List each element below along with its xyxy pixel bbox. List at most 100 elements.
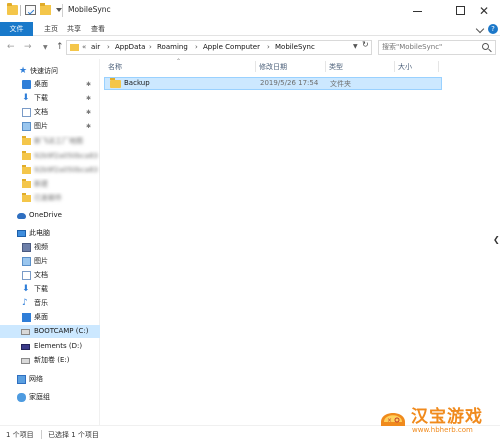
column-name[interactable]: 名称 xyxy=(108,62,122,72)
search-box[interactable] xyxy=(378,40,496,55)
sidebar-item-desktop[interactable]: 桌面 ✱ xyxy=(0,78,100,91)
file-list[interactable]: ⌃ 名称 修改日期 类型 大小 Backup 2019/5/26 17:54 文… xyxy=(101,58,500,425)
watermark: × 汉宝游戏 www.hbherb.com xyxy=(378,398,500,442)
file-type: 文件夹 xyxy=(330,80,351,88)
breadcrumb-appdata[interactable]: AppData xyxy=(115,43,145,51)
sidebar-item-label: OneDrive xyxy=(29,211,62,219)
pin-icon[interactable]: ✱ xyxy=(86,92,91,105)
title-bar: MobileSync ✕ xyxy=(0,0,500,22)
sidebar-item-onedrive[interactable]: OneDrive xyxy=(0,209,100,222)
sidebar-item-label: 新建 xyxy=(34,180,48,188)
chevron-right-icon[interactable]: › xyxy=(267,43,270,51)
column-divider[interactable] xyxy=(438,61,439,72)
help-icon[interactable]: ? xyxy=(488,24,498,34)
toolbar-divider xyxy=(20,5,21,16)
sidebar-item-pictures[interactable]: 图片 ✱ xyxy=(0,120,100,133)
sidebar-item-drive-e[interactable]: 新加卷 (E:) xyxy=(0,354,100,367)
pin-icon[interactable]: ✱ xyxy=(86,106,91,119)
column-size[interactable]: 大小 xyxy=(398,62,412,72)
minimize-button[interactable] xyxy=(401,0,434,22)
sidebar-item-homegroup[interactable]: 家庭组 xyxy=(0,391,100,404)
breadcrumb-roaming[interactable]: Roaming xyxy=(157,43,188,51)
back-button[interactable]: ← xyxy=(7,43,15,52)
breadcrumb-air[interactable]: air xyxy=(91,43,100,51)
refresh-button[interactable]: ↻ xyxy=(362,40,369,49)
breadcrumb-mobilesync[interactable]: MobileSync xyxy=(275,43,315,51)
sidebar-item-label: 桌面 xyxy=(34,80,48,88)
minimize-icon xyxy=(413,11,422,12)
folder-icon xyxy=(7,3,18,15)
folder-icon xyxy=(22,179,31,188)
close-button[interactable]: ✕ xyxy=(467,0,500,22)
sidebar-item-folder[interactable]: 已发邮件 xyxy=(0,192,100,205)
desktop-icon xyxy=(22,313,31,322)
sidebar-item-folder[interactable]: 92b9f2a050bca83 xyxy=(0,164,100,177)
tab-view[interactable]: 查看 xyxy=(87,22,109,36)
sidebar-item-quick-access[interactable]: ★ 快速访问 xyxy=(0,65,100,78)
sidebar-item-network[interactable]: 网络 xyxy=(0,373,100,386)
close-icon: ✕ xyxy=(479,4,490,18)
sidebar-item-pictures[interactable]: 图片 xyxy=(0,255,100,268)
sidebar-item-music[interactable]: ♪ 音乐 xyxy=(0,297,100,310)
column-divider[interactable] xyxy=(255,61,256,72)
sidebar-item-drive-d[interactable]: Elements (D:) xyxy=(0,340,100,353)
chevron-right-icon[interactable]: › xyxy=(195,43,198,51)
chevron-down-icon[interactable] xyxy=(475,24,485,34)
tab-file[interactable]: 文件 xyxy=(0,22,33,36)
sidebar-item-videos[interactable]: 视频 xyxy=(0,241,100,254)
sidebar-item-label: 音乐 xyxy=(34,299,48,307)
forward-button[interactable]: → xyxy=(24,43,32,52)
sidebar-item-drive-c[interactable]: BOOTCAMP (C:) xyxy=(0,325,100,338)
tab-home[interactable]: 主页 xyxy=(40,22,62,36)
sidebar-item-label: 网络 xyxy=(29,375,43,383)
chevron-right-icon[interactable]: › xyxy=(107,43,110,51)
sidebar-item-documents[interactable]: 文档 xyxy=(0,269,100,282)
watermark-logo-icon: × xyxy=(381,413,405,426)
folder-icon xyxy=(22,193,31,202)
sidebar-item-folder[interactable]: 92b9f2a050bca83 xyxy=(0,150,100,163)
sidebar-item-label: BOOTCAMP (C:) xyxy=(34,327,89,335)
chevron-right-icon[interactable]: › xyxy=(149,43,152,51)
folder-icon xyxy=(22,136,31,145)
overflow-chevron-icon[interactable]: « xyxy=(82,43,86,51)
column-divider[interactable] xyxy=(325,61,326,72)
sidebar-item-folder[interactable]: 新飞达工厂地图 xyxy=(0,135,100,148)
sidebar-item-documents[interactable]: 文档 ✱ xyxy=(0,106,100,119)
folder-icon xyxy=(110,78,121,88)
sidebar-item-downloads[interactable]: ⬇ 下载 ✱ xyxy=(0,92,100,105)
sort-caret-icon: ⌃ xyxy=(176,58,182,65)
sidebar-item-label: 快速访问 xyxy=(30,67,58,75)
sidebar-item-label: 文档 xyxy=(34,108,48,116)
sidebar-item-desktop[interactable]: 桌面 xyxy=(0,311,100,324)
ribbon-tabs: 文件 主页 共享 查看 ? xyxy=(0,22,500,36)
sidebar-item-folder[interactable]: 新建 xyxy=(0,178,100,191)
column-divider[interactable] xyxy=(394,61,395,72)
search-icon[interactable] xyxy=(482,43,489,50)
address-bar[interactable]: « air › AppData › Roaming › Apple Comput… xyxy=(66,40,372,55)
document-icon xyxy=(22,271,31,280)
sidebar-item-downloads[interactable]: ⬇ 下载 xyxy=(0,283,100,296)
column-date[interactable]: 修改日期 xyxy=(259,62,287,72)
pin-icon[interactable]: ✱ xyxy=(86,120,91,133)
sidebar-item-this-pc[interactable]: 此电脑 xyxy=(0,227,100,240)
expand-pane-icon[interactable]: ❮ xyxy=(493,235,500,249)
chevron-down-icon[interactable]: ▼ xyxy=(353,43,358,50)
up-button[interactable]: ↑ xyxy=(56,43,64,52)
tab-share[interactable]: 共享 xyxy=(63,22,85,36)
video-icon xyxy=(22,243,31,252)
recent-locations-button[interactable]: ▼ xyxy=(43,43,48,52)
new-folder-icon[interactable] xyxy=(40,3,51,15)
properties-icon[interactable] xyxy=(25,5,36,15)
sidebar-item-label: 下载 xyxy=(34,94,48,102)
column-type[interactable]: 类型 xyxy=(329,62,343,72)
table-row[interactable]: Backup 2019/5/26 17:54 文件夹 xyxy=(104,77,442,90)
window-title: MobileSync xyxy=(68,5,111,14)
picture-icon xyxy=(22,122,31,131)
pin-icon[interactable]: ✱ xyxy=(86,78,91,91)
breadcrumb-apple-computer[interactable]: Apple Computer xyxy=(203,43,260,51)
search-input[interactable] xyxy=(382,43,482,51)
download-icon: ⬇ xyxy=(22,284,30,294)
sidebar-item-label: 图片 xyxy=(34,122,48,130)
sidebar-item-label: 92b9f2a050bca83 xyxy=(34,152,98,160)
maximize-icon xyxy=(456,6,465,15)
